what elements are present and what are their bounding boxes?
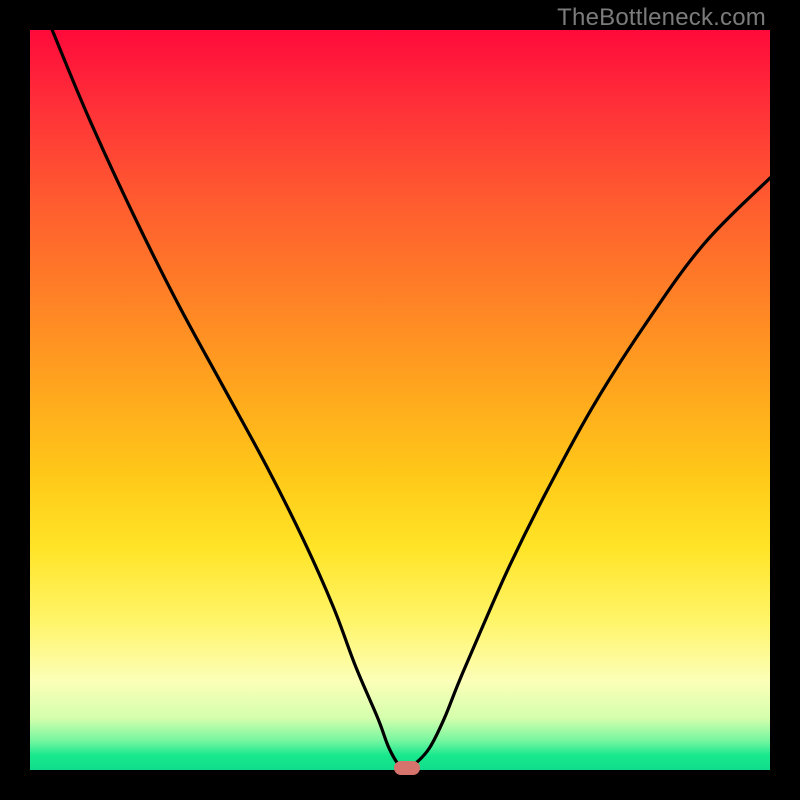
chart-frame: TheBottleneck.com — [0, 0, 800, 800]
bottleneck-curve — [30, 30, 770, 770]
plot-area — [30, 30, 770, 770]
minimum-marker — [394, 761, 420, 775]
watermark-text: TheBottleneck.com — [557, 4, 766, 32]
